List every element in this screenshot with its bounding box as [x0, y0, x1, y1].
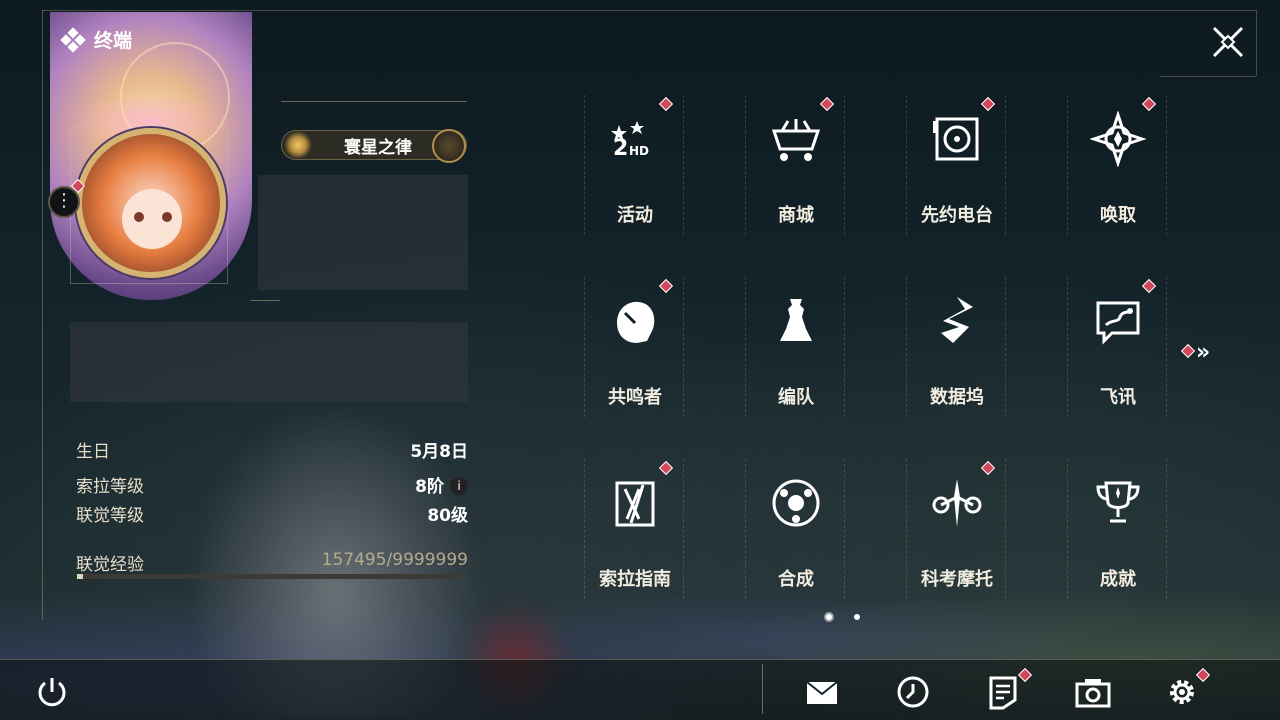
- terminal-icon: [60, 26, 86, 53]
- menu-item-label: 商城: [778, 205, 814, 226]
- player-name-plate[interactable]: 寰星之律: [281, 129, 467, 163]
- frame-line: [1160, 76, 1256, 77]
- menu-item-label: 活动: [617, 205, 653, 226]
- avatar[interactable]: [76, 128, 226, 278]
- radio-icon: [933, 117, 979, 161]
- menu-item-label: 唤取: [1100, 205, 1136, 226]
- events-icon: 2 HD: [611, 121, 649, 161]
- next-page-button[interactable]: »: [1196, 340, 1210, 365]
- divider: [250, 300, 280, 301]
- exp-progress-fill: [77, 574, 84, 579]
- team-icon: [780, 299, 812, 341]
- notice-icon[interactable]: [985, 674, 1021, 710]
- mail-icon[interactable]: [804, 674, 840, 710]
- signature-field[interactable]: [70, 322, 468, 402]
- info-icon[interactable]: i: [450, 477, 468, 495]
- menu-item-label: 科考摩托: [921, 569, 993, 590]
- motorbike-icon: [932, 479, 982, 527]
- close-icon[interactable]: [1208, 22, 1248, 62]
- guidebook-icon: [615, 481, 655, 527]
- exp-progress-bar: [77, 574, 461, 579]
- notification-badge: [1141, 278, 1157, 294]
- menu-item-synthesis[interactable]: 合成: [745, 459, 845, 599]
- redacted-region: [258, 175, 468, 290]
- notification-badge: [819, 96, 835, 112]
- menu-item-achievements[interactable]: 成就: [1067, 459, 1167, 599]
- title-text: 终端: [94, 30, 133, 52]
- more-options-button[interactable]: ⋮: [48, 186, 80, 218]
- menu-item-label: 编队: [778, 387, 814, 408]
- avatar-face: [122, 189, 182, 249]
- frame-line: [1256, 10, 1257, 76]
- svg-text:HD: HD: [629, 144, 649, 158]
- power-icon[interactable]: [34, 674, 70, 710]
- menu-item-label: 成就: [1100, 569, 1136, 590]
- menu-item-label: 先约电台: [921, 205, 993, 226]
- divider: [281, 101, 467, 102]
- notification-badge: [980, 460, 996, 476]
- notification-badge: [658, 278, 674, 294]
- union-exp-row: 联觉经验 157495/9999999: [76, 550, 468, 575]
- stat-value: 8阶: [415, 477, 444, 497]
- player-name: 寰星之律: [344, 137, 412, 158]
- stat-label: 索拉等级: [76, 477, 144, 497]
- frame-line: [42, 10, 43, 620]
- clock-icon[interactable]: [895, 674, 931, 710]
- avatar-eye: [162, 212, 172, 222]
- convene-icon: [1090, 111, 1146, 167]
- page-dot[interactable]: [854, 614, 860, 620]
- frame-line: [0, 659, 1280, 660]
- notification-badge: [1141, 96, 1157, 112]
- stat-label: 联觉等级: [76, 506, 144, 526]
- camera-icon[interactable]: [1075, 674, 1111, 710]
- sol-rank-row: 索拉等级 8阶 i: [76, 472, 468, 497]
- stat-label: 生日: [76, 442, 110, 462]
- menu-item-data-bank[interactable]: 数据坞: [906, 277, 1006, 417]
- menu-item-label: 飞讯: [1100, 387, 1136, 408]
- menu-item-shop[interactable]: 商城: [745, 95, 845, 235]
- menu-item-resonators[interactable]: 共鸣者: [584, 277, 684, 417]
- menu-item-convene[interactable]: 唤取: [1067, 95, 1167, 235]
- trophy-icon: [1096, 481, 1140, 523]
- notification-badge: [658, 460, 674, 476]
- menu-item-events[interactable]: 2 HD 活动: [584, 95, 684, 235]
- exp-value: 157495/9999999: [321, 550, 468, 570]
- page-dot-active[interactable]: [826, 614, 832, 620]
- sun-emblem-icon: [284, 131, 312, 159]
- menu-item-label: 数据坞: [930, 387, 984, 408]
- menu-item-label: 共鸣者: [608, 387, 662, 408]
- title-gear-icon: [432, 129, 466, 163]
- stat-label: 联觉经验: [76, 555, 144, 575]
- synthesis-icon: [772, 479, 820, 527]
- frame-line: [42, 10, 1256, 11]
- page-indicator: [826, 614, 860, 620]
- union-level-row: 联觉等级 80级: [76, 501, 468, 526]
- resonator-icon: [617, 301, 655, 343]
- messages-icon: [1096, 301, 1140, 345]
- menu-item-label: 索拉指南: [599, 569, 671, 590]
- page-title: 终端: [60, 26, 133, 53]
- menu-item-guidebook[interactable]: 索拉指南: [584, 459, 684, 599]
- function-grid: 2 HD 活动 商城 先约电台 唤取 共鸣者 编队 数据坞 飞讯 索拉指南 合成…: [584, 95, 1168, 615]
- notification-badge: [1180, 343, 1196, 359]
- avatar-eye: [134, 212, 144, 222]
- notification-badge: [658, 96, 674, 112]
- shop-cart-icon: [771, 119, 821, 161]
- stat-value: 5月8日: [410, 442, 468, 462]
- menu-item-radio[interactable]: 先约电台: [906, 95, 1006, 235]
- divider: [762, 664, 763, 714]
- birthday-row: 生日 5月8日: [76, 437, 468, 462]
- menu-item-messages[interactable]: 飞讯: [1067, 277, 1167, 417]
- notification-badge: [980, 96, 996, 112]
- data-bank-icon: [941, 297, 973, 343]
- menu-item-label: 合成: [778, 569, 814, 590]
- settings-icon[interactable]: [1164, 674, 1200, 710]
- stat-value: 80级: [427, 506, 468, 526]
- menu-item-team[interactable]: 编队: [745, 277, 845, 417]
- menu-item-motorbike[interactable]: 科考摩托: [906, 459, 1006, 599]
